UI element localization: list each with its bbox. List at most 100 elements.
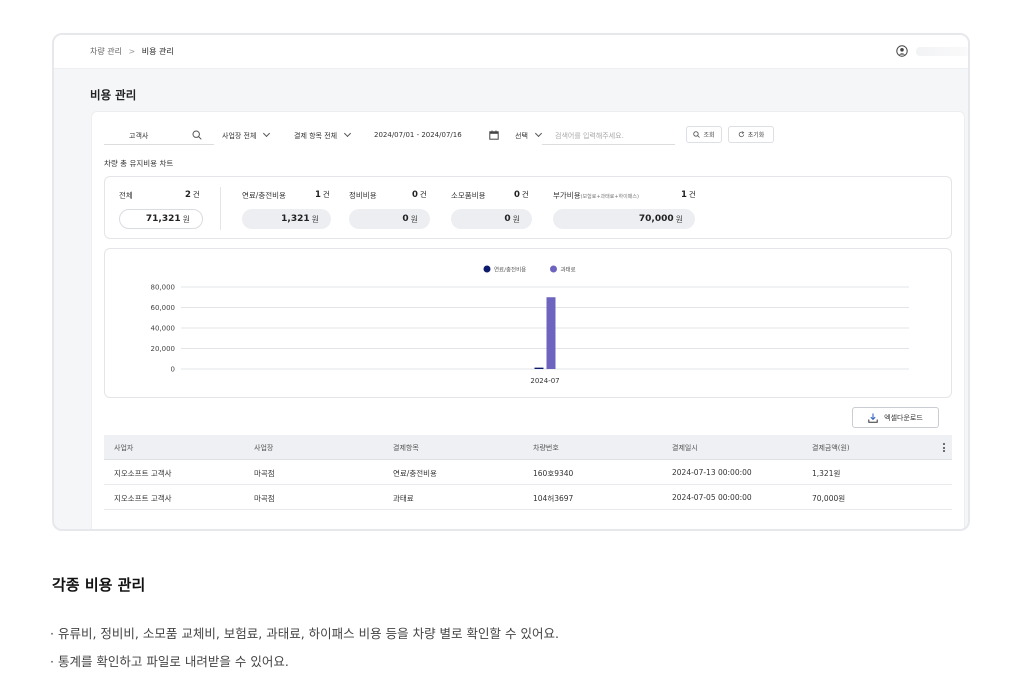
stat-fuel-amount-unit: 원 <box>311 214 319 224</box>
workplace-select[interactable]: 사업장 전체 <box>222 129 271 141</box>
section-label: 차량 총 유지비용 차트 <box>104 159 174 168</box>
table-cell: 지오소프트 고객사 <box>114 469 172 478</box>
excel-download-button[interactable]: 엑셀다운로드 <box>852 407 939 428</box>
stat-consumables-label: 소모품비용 <box>451 191 486 200</box>
keyword-type-select[interactable]: 선택 <box>515 129 542 141</box>
stat-consumables-count: 0건 <box>514 189 529 200</box>
feature-bullet: 유류비, 정비비, 소모품 교체비, 보험료, 과태료, 하이패스 비용 등을 … <box>50 620 559 648</box>
stat-fuel-amount: 1,321 원 <box>242 209 331 229</box>
cost-chart-svg: 80,000 60,000 40,000 20,000 0 2024-07 연료/충전비용 과… <box>151 265 909 385</box>
download-icon <box>868 413 878 423</box>
search-button[interactable]: 조회 <box>686 126 722 143</box>
stat-total-amount-value: 71,321 <box>145 214 181 224</box>
chevron-down-icon <box>344 129 352 138</box>
column-header[interactable]: 차량번호 <box>533 443 559 453</box>
legend-marker <box>483 265 491 273</box>
stat-consumables-amount-value: 0 <box>504 214 511 224</box>
stat-maintenance-amount-unit: 원 <box>410 214 418 224</box>
stat-consumables-count-value: 0 <box>514 190 520 200</box>
top-bar: 차량 관리 > 비용 관리 <box>54 35 968 69</box>
stat-maintenance-label: 정비비용 <box>349 191 377 200</box>
table-cell: 지오소프트 고객사 <box>114 494 172 503</box>
stat-total-count: 2건 <box>185 189 200 200</box>
stat-consumables-amount: 0원 <box>451 209 532 229</box>
y-tick-label: 20,000 <box>151 345 176 353</box>
table-cell: 마곡점 <box>254 469 275 478</box>
stat-extra-count-value: 1 <box>681 190 687 200</box>
chevron-down-icon <box>263 129 271 138</box>
table-cell: 마곡점 <box>254 494 275 503</box>
stat-extra-amount: 70,000 원 <box>553 209 695 229</box>
cost-card: 고객사 사업장 전체 결제 항목 전체 2024/07/01 - 2024/07… <box>91 111 965 529</box>
breadcrumb-separator: > <box>128 47 136 56</box>
date-range-input[interactable]: 2024/07/01 - 2024/07/16 <box>374 131 462 139</box>
stat-fuel-count-value: 1 <box>315 190 321 200</box>
feature-bullets: 유류비, 정비비, 소모품 교체비, 보험료, 과태료, 하이패스 비용 등을 … <box>50 620 559 676</box>
stat-extra-count-unit: 건 <box>688 190 696 199</box>
table-cell: 160호9340 <box>533 469 574 478</box>
column-header[interactable]: 결제일시 <box>672 443 698 453</box>
stat-total-amount-unit: 원 <box>182 214 190 224</box>
excel-download-label: 엑셀다운로드 <box>884 413 923 422</box>
reset-button[interactable]: 초기화 <box>728 126 774 143</box>
chevron-down-icon <box>534 129 542 138</box>
page-title: 비용 관리 <box>90 88 137 102</box>
keyword-underline <box>542 144 675 145</box>
refresh-icon <box>738 131 744 138</box>
stat-extra-label: 부가비용(보험료+과태료+하이패스) <box>553 190 639 201</box>
payment-item-select[interactable]: 결제 항목 전체 <box>294 129 352 141</box>
bar-연료/충전비용 <box>534 367 544 369</box>
legend-label: 연료/충전비용 <box>494 266 526 274</box>
search-icon <box>693 131 701 138</box>
table-row[interactable]: 지오소프트 고객사 마곡점 연료/충전비용 160호9340 2024-07-1… <box>104 460 952 485</box>
search-underline <box>104 144 214 145</box>
cost-chart: 80,000 60,000 40,000 20,000 0 2024-07 연료/충전비용 과… <box>104 248 952 398</box>
stat-maintenance-count-unit: 건 <box>419 190 427 199</box>
user-icon[interactable] <box>896 45 908 57</box>
table-row[interactable]: 지오소프트 고객사 마곡점 과태료 104허3697 2024-07-05 00… <box>104 485 952 510</box>
search-input[interactable]: 고객사 <box>129 131 148 141</box>
column-header[interactable]: 결제항목 <box>393 443 419 453</box>
table-cell: 1,321원 <box>812 469 841 478</box>
search-icon[interactable] <box>192 130 202 140</box>
column-header[interactable]: 결제금액(원) <box>812 443 850 453</box>
table-cell: 70,000원 <box>812 494 846 503</box>
breadcrumb-parent[interactable]: 차량 관리 <box>90 47 122 56</box>
stat-extra-label-note: (보험료+과태료+하이패스) <box>580 194 639 200</box>
y-tick-label: 40,000 <box>151 325 176 333</box>
stat-maintenance-count: 0건 <box>412 189 427 200</box>
keyword-input[interactable]: 검색어를 입력해주세요. <box>555 131 624 141</box>
more-vertical-icon[interactable] <box>943 443 946 454</box>
app-window: 차량 관리 > 비용 관리 비용 관리 고객사 사업장 전체 결제 항목 전체 … <box>52 33 970 531</box>
breadcrumb: 차량 관리 > 비용 관리 <box>90 46 174 57</box>
stat-consumables-count-unit: 건 <box>521 190 529 199</box>
user-name-redacted <box>916 47 968 56</box>
stat-extra-amount-unit: 원 <box>675 214 683 224</box>
stats-divider <box>220 187 221 230</box>
table-cell: 과태료 <box>393 494 414 503</box>
stat-total-count-unit: 건 <box>192 190 200 199</box>
column-header[interactable]: 사업자 <box>114 443 133 453</box>
feature-title: 각종 비용 관리 <box>52 576 146 594</box>
payment-item-select-value: 결제 항목 전체 <box>294 132 338 140</box>
stat-extra-amount-value: 70,000 <box>638 214 674 224</box>
y-tick-label: 60,000 <box>151 304 176 312</box>
keyword-type-select-value: 선택 <box>515 132 528 140</box>
stat-fuel-label: 연료/충전비용 <box>242 191 286 200</box>
y-tick-label: 80,000 <box>151 284 176 292</box>
stat-consumables-amount-unit: 원 <box>512 214 520 224</box>
legend-marker <box>550 265 557 273</box>
breadcrumb-current: 비용 관리 <box>141 47 174 56</box>
table-header: 사업자 사업장 결제항목 차량번호 결제일시 결제금액(원) <box>104 435 952 460</box>
column-header[interactable]: 사업장 <box>254 443 273 453</box>
calendar-icon[interactable] <box>489 130 499 140</box>
table-cell: 연료/충전비용 <box>393 469 437 478</box>
table-cell: 2024-07-05 00:00:00 <box>672 493 752 502</box>
workplace-select-value: 사업장 전체 <box>222 132 257 140</box>
feature-bullet: 통계를 확인하고 파일로 내려받을 수 있어요. <box>50 648 559 676</box>
stat-extra-count: 1건 <box>681 189 696 200</box>
stat-maintenance-count-value: 0 <box>412 190 418 200</box>
stat-fuel-count-unit: 건 <box>322 190 330 199</box>
legend-label: 과태료 <box>561 266 576 274</box>
filter-bar: 고객사 사업장 전체 결제 항목 전체 2024/07/01 - 2024/07… <box>92 112 964 152</box>
